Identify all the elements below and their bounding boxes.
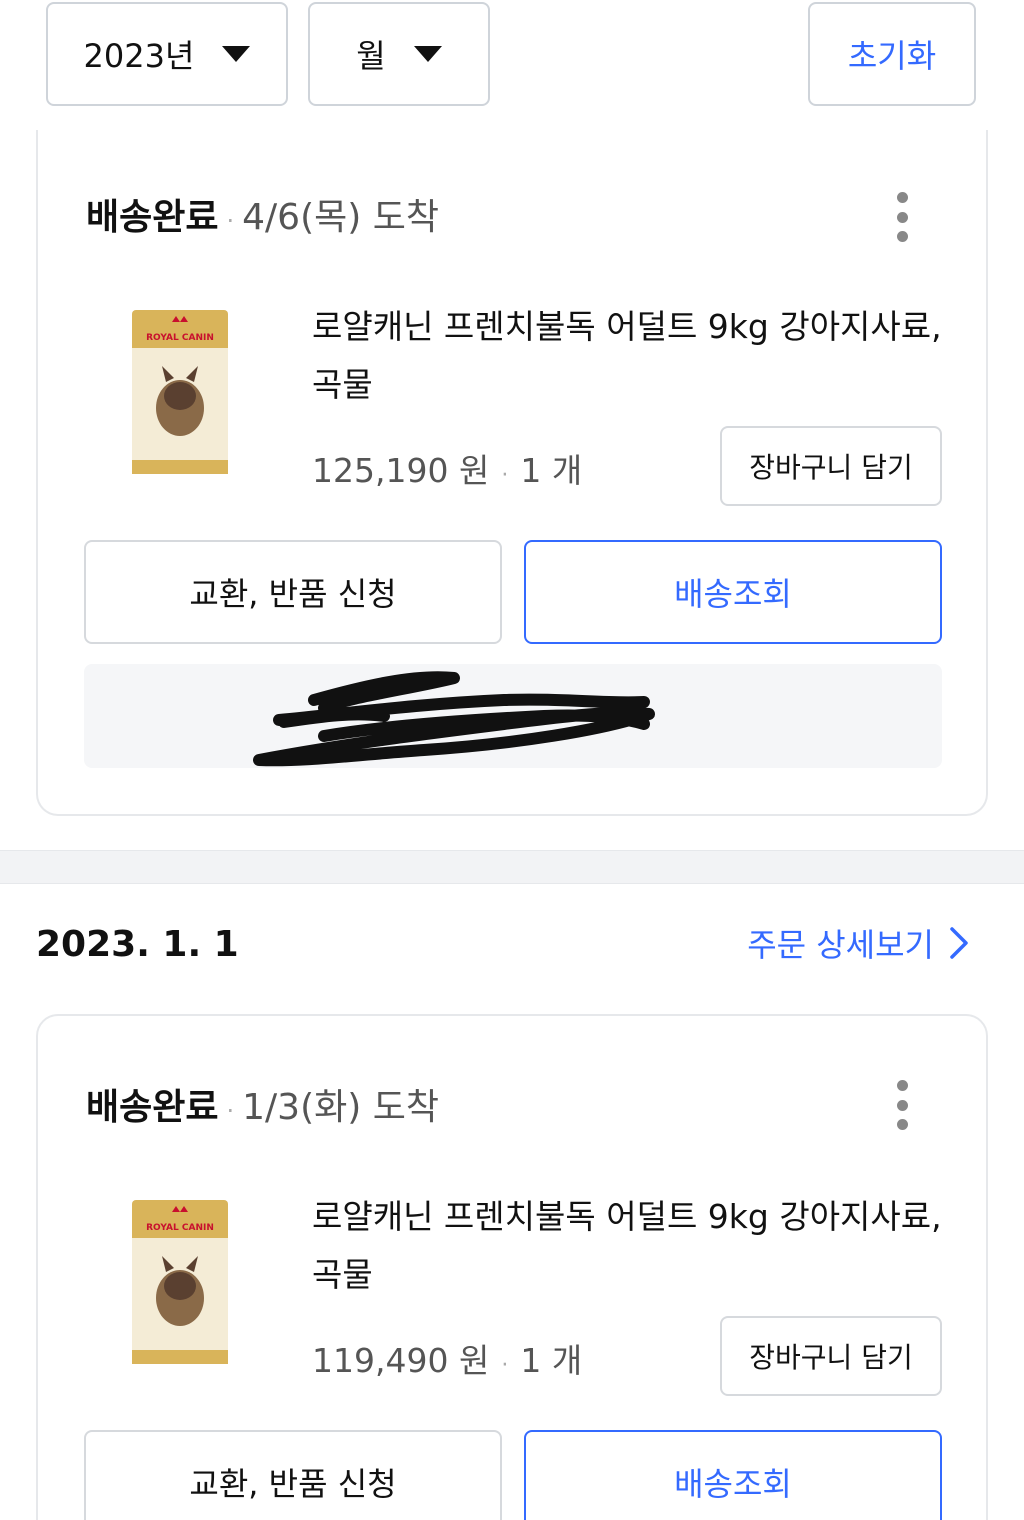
- separator-dot: ·: [501, 1353, 509, 1378]
- add-to-cart-button[interactable]: 장바구니 담기: [720, 426, 942, 506]
- delivery-status-row: 배송완료 · 4/6(목) 도착: [86, 188, 439, 240]
- track-delivery-button[interactable]: 배송조회: [524, 540, 942, 644]
- separator-dot: ·: [226, 1097, 235, 1125]
- caret-down-icon: [222, 46, 251, 62]
- chevron-right-icon: [950, 927, 968, 959]
- product-image[interactable]: ROYAL CANIN: [128, 1198, 232, 1366]
- arrival-date: 4/6(목) 도착: [242, 197, 439, 238]
- delivery-status: 배송완료: [86, 1087, 219, 1128]
- filter-bar: 2023년 월 초기화: [0, 0, 1024, 120]
- separator-dot: ·: [501, 463, 509, 488]
- caret-down-icon: [413, 46, 442, 62]
- brand-logo-text: ROYAL CANIN: [146, 1223, 214, 1233]
- add-to-cart-button[interactable]: 장바구니 담기: [720, 1316, 942, 1396]
- section-divider: [0, 850, 1024, 884]
- arrival-date: 1/3(화) 도착: [242, 1087, 439, 1128]
- product-name[interactable]: 로얄캐닌 프렌치불독 어덜트 9kg 강아지사료, 곡물: [312, 298, 952, 414]
- product-quantity: 1 개: [520, 1341, 583, 1380]
- product-price: 125,190 원: [312, 451, 490, 490]
- exchange-return-button[interactable]: 교환, 반품 신청: [84, 540, 502, 644]
- redaction-scribble: [253, 671, 655, 767]
- redacted-info-box: [84, 664, 942, 768]
- product-image[interactable]: ROYAL CANIN: [128, 308, 232, 476]
- order-card: 배송완료 · 1/3(화) 도착 ROYAL CANIN 로얄캐닌 프렌치불독 …: [36, 1014, 988, 1520]
- product-price: 119,490 원: [312, 1341, 490, 1380]
- order-card: 배송완료 · 4/6(목) 도착 ROYAL CANIN 로얄캐닌 프렌치불독 …: [36, 130, 988, 816]
- year-dropdown-label: 2023년: [83, 37, 195, 75]
- price-row: 125,190 원 · 1 개: [312, 444, 582, 492]
- order-date: 2023. 1. 1: [36, 924, 239, 965]
- more-vertical-icon[interactable]: [896, 192, 908, 242]
- month-dropdown-label: 월: [356, 37, 386, 75]
- order-detail-link-label: 주문 상세보기: [747, 926, 934, 964]
- delivery-status: 배송완료: [86, 197, 219, 238]
- more-vertical-icon[interactable]: [896, 1080, 908, 1130]
- product-name[interactable]: 로얄캐닌 프렌치불독 어덜트 9kg 강아지사료, 곡물: [312, 1188, 952, 1304]
- brand-logo-text: ROYAL CANIN: [146, 333, 214, 343]
- price-row: 119,490 원 · 1 개: [312, 1334, 582, 1382]
- order-detail-link[interactable]: 주문 상세보기: [747, 920, 970, 966]
- delivery-status-row: 배송완료 · 1/3(화) 도착: [86, 1078, 439, 1130]
- exchange-return-button[interactable]: 교환, 반품 신청: [84, 1430, 502, 1520]
- year-dropdown[interactable]: 2023년: [46, 2, 288, 106]
- reset-button[interactable]: 초기화: [808, 2, 976, 106]
- track-delivery-button[interactable]: 배송조회: [524, 1430, 942, 1520]
- month-dropdown[interactable]: 월: [308, 2, 490, 106]
- separator-dot: ·: [226, 207, 235, 235]
- product-quantity: 1 개: [520, 451, 583, 490]
